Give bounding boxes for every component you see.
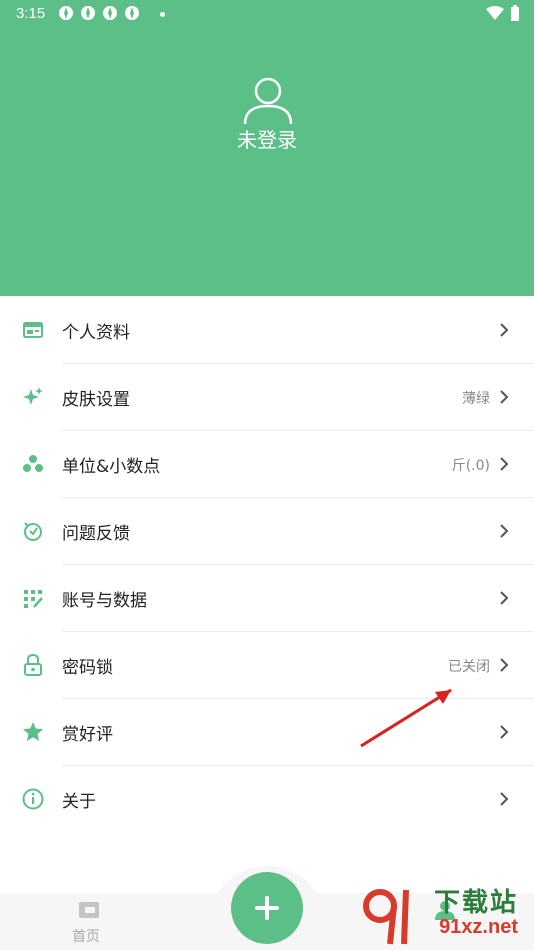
menu-item-label: 关于 <box>62 792 96 812</box>
menu-item-about[interactable]: 关于 <box>0 765 534 832</box>
avatar-icon[interactable] <box>242 74 294 126</box>
menu-item-feedback[interactable]: 问题反馈 <box>0 497 534 565</box>
watermark-url: 91xz.net <box>439 916 518 938</box>
menu-item-label: 单位&小数点 <box>62 457 161 477</box>
dots-cluster-icon <box>23 455 43 472</box>
menu-item-value: 已关闭 <box>448 659 490 675</box>
menu-item-label: 皮肤设置 <box>62 390 130 410</box>
menu-item-profile[interactable]: 个人资料 <box>0 296 534 364</box>
chevron-right-icon <box>500 390 509 404</box>
menu-item-value: 斤(.0) <box>451 458 490 474</box>
add-record-button[interactable] <box>231 872 303 944</box>
home-icon[interactable] <box>78 900 100 920</box>
watermark-brand: 下载站 <box>433 888 518 918</box>
chevron-right-icon <box>500 792 509 806</box>
menu-item-unit[interactable]: 单位&小数点 斤(.0) <box>0 430 534 498</box>
menu-item-label: 赏好评 <box>62 725 113 745</box>
login-status-label[interactable]: 未登录 <box>0 124 534 153</box>
plus-icon <box>255 896 279 920</box>
wifi-icon <box>486 6 504 20</box>
profile-card-icon <box>23 322 43 338</box>
status-time: 3:15 <box>16 5 46 22</box>
sparkle-icon <box>23 387 43 405</box>
notification-icon <box>58 5 74 21</box>
menu-item-label: 密码锁 <box>62 658 113 678</box>
nav-home-label[interactable]: 首页 <box>72 926 100 946</box>
chevron-right-icon <box>500 323 509 337</box>
chevron-right-icon <box>500 725 509 739</box>
watermark-logo-icon <box>363 889 409 945</box>
menu-item-label: 问题反馈 <box>62 524 130 544</box>
menu-item-account-data[interactable]: 账号与数据 <box>0 564 534 632</box>
notification-icon <box>102 5 118 21</box>
more-notifications-dot <box>160 12 165 17</box>
watermark: 下载站 91xz.net <box>358 882 528 948</box>
chevron-right-icon <box>500 658 509 672</box>
feedback-icon <box>24 522 42 541</box>
profile-header: 3:15 未登录 <box>0 0 534 296</box>
info-icon <box>22 788 44 810</box>
chevron-right-icon <box>500 591 509 605</box>
status-right <box>486 5 520 21</box>
notification-icons <box>58 5 140 21</box>
lock-icon <box>24 654 42 676</box>
notification-icon <box>80 5 96 21</box>
data-grid-icon <box>24 590 43 608</box>
annotation-arrow <box>360 688 452 748</box>
chevron-right-icon <box>500 524 509 538</box>
notification-icon <box>124 5 140 21</box>
status-bar: 3:15 <box>0 0 534 28</box>
menu-item-skin[interactable]: 皮肤设置 薄绿 <box>0 363 534 431</box>
chevron-right-icon <box>500 457 509 471</box>
menu-item-label: 个人资料 <box>62 323 130 343</box>
star-icon <box>23 722 43 741</box>
menu-item-label: 账号与数据 <box>62 591 147 611</box>
battery-icon <box>511 5 519 21</box>
menu-item-value: 薄绿 <box>462 391 490 407</box>
